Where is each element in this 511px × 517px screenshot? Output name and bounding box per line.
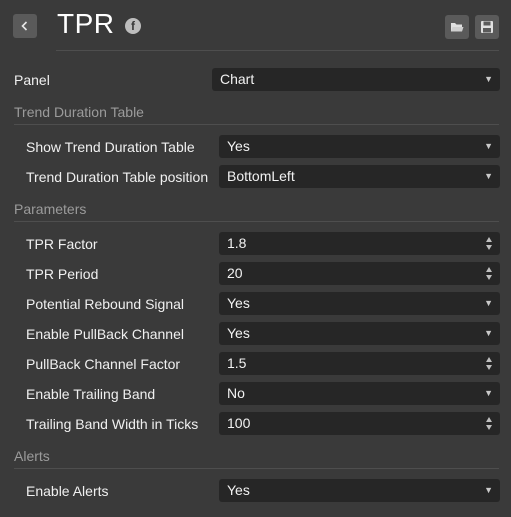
trailing-width-value: 100	[227, 415, 251, 431]
rebound-signal-value: Yes	[227, 295, 250, 311]
trailing-width-input[interactable]: 100	[219, 412, 500, 435]
panel-select[interactable]: Chart ▼	[212, 68, 500, 91]
show-table-select[interactable]: Yes ▼	[219, 135, 500, 158]
folder-open-icon	[451, 23, 464, 32]
enable-alerts-label: Enable Alerts	[26, 483, 109, 499]
pullback-factor-input[interactable]: 1.5	[219, 352, 500, 375]
back-button[interactable]	[13, 14, 37, 38]
header-divider	[56, 50, 499, 51]
table-position-select[interactable]: BottomLeft ▼	[219, 165, 500, 188]
rebound-signal-select[interactable]: Yes ▼	[219, 292, 500, 315]
tpr-factor-input[interactable]: 1.8	[219, 232, 500, 255]
section-parameters: Parameters	[14, 201, 87, 217]
trailing-enable-value: No	[227, 385, 245, 401]
chevron-left-icon	[21, 21, 28, 31]
tpr-factor-label: TPR Factor	[26, 236, 98, 252]
section-divider	[14, 124, 499, 125]
rebound-signal-label: Potential Rebound Signal	[26, 296, 185, 312]
trailing-enable-label: Enable Trailing Band	[26, 386, 156, 402]
floppy-disk-icon	[481, 21, 493, 33]
chevron-down-icon: ▼	[484, 74, 493, 84]
header: TPR f	[0, 0, 511, 52]
panel-label: Panel	[14, 72, 50, 88]
chevron-down-icon: ▼	[484, 171, 493, 181]
chevron-down-icon: ▼	[484, 485, 493, 495]
show-table-value: Yes	[227, 138, 250, 154]
pullback-enable-value: Yes	[227, 325, 250, 341]
section-trend-duration-table: Trend Duration Table	[14, 104, 144, 120]
spinner-arrows-icon[interactable]	[486, 355, 493, 372]
pullback-enable-label: Enable PullBack Channel	[26, 326, 184, 342]
chevron-down-icon: ▼	[484, 298, 493, 308]
trailing-width-label: Trailing Band Width in Ticks	[26, 416, 199, 432]
spinner-arrows-icon[interactable]	[486, 235, 493, 252]
pullback-factor-value: 1.5	[227, 355, 247, 371]
enable-alerts-value: Yes	[227, 482, 250, 498]
pullback-enable-select[interactable]: Yes ▼	[219, 322, 500, 345]
facebook-icon[interactable]: f	[125, 18, 141, 34]
chevron-down-icon: ▼	[484, 328, 493, 338]
table-position-value: BottomLeft	[227, 168, 295, 184]
show-table-label: Show Trend Duration Table	[26, 139, 195, 155]
table-position-label: Trend Duration Table position	[26, 169, 209, 185]
section-divider	[14, 468, 499, 469]
section-alerts: Alerts	[14, 448, 50, 464]
pullback-factor-label: PullBack Channel Factor	[26, 356, 181, 372]
spinner-arrows-icon[interactable]	[486, 415, 493, 432]
spinner-arrows-icon[interactable]	[486, 265, 493, 282]
tpr-factor-value: 1.8	[227, 235, 247, 251]
chevron-down-icon: ▼	[484, 141, 493, 151]
open-button[interactable]	[445, 15, 469, 39]
page-title: TPR	[57, 8, 115, 39]
tpr-period-value: 20	[227, 265, 243, 281]
enable-alerts-select[interactable]: Yes ▼	[219, 479, 500, 502]
save-button[interactable]	[475, 15, 499, 39]
trailing-enable-select[interactable]: No ▼	[219, 382, 500, 405]
section-divider	[14, 221, 499, 222]
chevron-down-icon: ▼	[484, 388, 493, 398]
panel-value: Chart	[220, 71, 255, 87]
tpr-period-label: TPR Period	[26, 266, 99, 282]
tpr-period-input[interactable]: 20	[219, 262, 500, 285]
